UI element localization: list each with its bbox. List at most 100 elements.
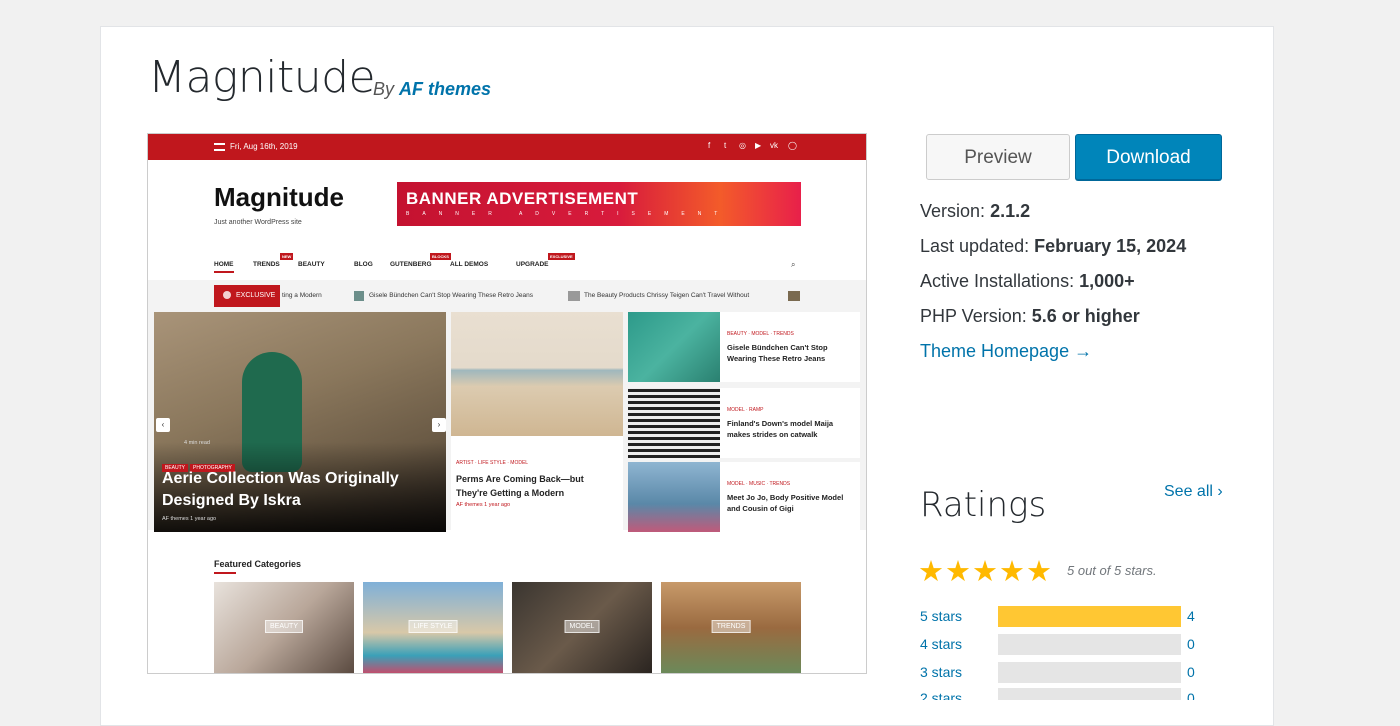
theme-screenshot: Fri, Aug 16th, 2019 f t ◎ ▶ vk ◯ Magnitu…	[147, 133, 867, 674]
whatsapp-icon: ◯	[788, 141, 797, 150]
author-link[interactable]: AF themes	[399, 79, 491, 99]
hero-title: Aerie Collection Was Originally Designed…	[162, 470, 399, 509]
rating-row-count: 0	[1187, 690, 1195, 700]
nav-active-underline	[214, 271, 234, 273]
side-post-image	[628, 388, 720, 458]
theme-byline: By AF themes	[373, 79, 491, 100]
ticker-item: Gisele Bündchen Can't Stop Wearing These…	[369, 292, 533, 299]
featured-category-label: MODEL	[564, 620, 600, 633]
ratings-heading: Ratings	[920, 485, 1047, 525]
preview-date: Fri, Aug 16th, 2019	[230, 142, 298, 151]
nav-beauty: BEAUTY	[298, 261, 325, 268]
banner-ad: BANNER ADVERTISEMENT BANNER ADVERTISEMEN…	[397, 182, 801, 226]
by-label: By	[373, 79, 395, 99]
chevron-right-icon: ›	[432, 418, 446, 432]
nav-blog: BLOG	[354, 261, 373, 268]
side-post-image	[628, 462, 720, 532]
version-label: Version:	[920, 201, 986, 221]
featured-category-label: LIFE STYLE	[408, 620, 458, 633]
nav-trends: TRENDS	[253, 261, 280, 268]
rating-row[interactable]: 4 stars 0	[920, 634, 1210, 656]
menu-icon	[214, 143, 225, 151]
ticker-item: The Beauty Products Chrissy Teigen Can't…	[584, 292, 750, 299]
chevron-left-icon: ‹	[156, 418, 170, 432]
see-all-label: See all	[1164, 483, 1213, 500]
featured-category: TRENDS	[661, 582, 801, 673]
side-post-categories: MODEL · RAMP	[727, 407, 764, 413]
php-version-row: PHP Version: 5.6 or higher	[920, 306, 1140, 327]
star-icon: ★	[918, 556, 944, 588]
nav-upgrade: UPGRADE	[516, 261, 549, 268]
nav-tag-exclusive: EXCLUSIVE	[548, 253, 575, 260]
installations-value: 1,000+	[1079, 271, 1135, 291]
side-post-categories: MODEL · MUSIC · TRENDS	[727, 481, 791, 487]
featured-category-label: BEAUTY	[264, 620, 304, 633]
side-post-image	[628, 312, 720, 382]
rating-row-label[interactable]: 3 stars	[920, 664, 962, 680]
download-button[interactable]: Download	[1075, 134, 1222, 180]
banner-title: BANNER ADVERTISEMENT	[406, 189, 639, 208]
youtube-icon: ▶	[755, 141, 762, 150]
side-post: BEAUTY · MODEL · TRENDS Gisele Bündchen …	[628, 312, 860, 382]
rating-bar	[998, 634, 1181, 655]
side-post-title: Finland's Down's model Maija makes strid…	[727, 419, 834, 439]
facebook-icon: f	[708, 141, 711, 150]
star-icon: ★	[1026, 556, 1052, 588]
mid-post-title: Perms Are Coming Back—but They're Gettin…	[456, 474, 584, 498]
rating-bar	[998, 688, 1181, 700]
mid-post: ARTIST · LIFE STYLE · MODEL Perms Are Co…	[451, 312, 623, 530]
rating-row-label[interactable]: 4 stars	[920, 636, 962, 652]
rating-bar	[998, 606, 1181, 627]
preview-logo: Magnitude	[214, 182, 344, 212]
php-version-label: PHP Version:	[920, 306, 1027, 326]
star-icon: ★	[999, 556, 1025, 588]
chevron-right-icon: ›	[1217, 483, 1223, 500]
rating-row[interactable]: 5 stars 4	[920, 606, 1210, 628]
theme-homepage-link[interactable]: Theme Homepage →	[920, 341, 1092, 362]
stars-summary: 5 out of 5 stars.	[1067, 563, 1157, 578]
featured-category-label: TRENDS	[711, 620, 751, 633]
star-icon: ★	[945, 556, 971, 588]
hero-meta: AF themes 1 year ago	[162, 516, 217, 522]
rating-row-count: 0	[1187, 664, 1195, 680]
ticker-item: ting a Modern	[282, 292, 322, 299]
installations-row: Active Installations: 1,000+	[920, 271, 1135, 292]
rating-row-label[interactable]: 5 stars	[920, 608, 962, 624]
featured-categories-title: Featured Categories	[214, 559, 302, 569]
side-post-categories: BEAUTY · MODEL · TRENDS	[727, 331, 794, 337]
see-all-ratings-link[interactable]: See all ›	[1164, 483, 1223, 501]
nav-gutenberg: GUTENBERG	[390, 261, 432, 268]
featured-category: BEAUTY	[214, 582, 354, 673]
mid-post-categories: ARTIST · LIFE STYLE · MODEL	[456, 460, 529, 466]
rating-row-label[interactable]: 2 stars	[920, 690, 962, 700]
preview-button[interactable]: Preview	[926, 134, 1070, 180]
featured-category: LIFE STYLE	[363, 582, 503, 673]
last-updated-value: February 15, 2024	[1034, 236, 1187, 256]
instagram-icon: ◎	[739, 141, 746, 150]
side-post: MODEL · RAMP Finland's Down's model Maij…	[628, 388, 860, 458]
mid-post-meta: AF themes 1 year ago	[456, 502, 511, 508]
featured-category: MODEL	[512, 582, 652, 673]
nav-tag-blocks: BLOCKS	[430, 253, 451, 260]
rating-row-count: 0	[1187, 636, 1195, 652]
rating-row[interactable]: 3 stars 0	[920, 662, 1210, 684]
ticker-thumb	[354, 291, 364, 301]
nav-all-demos: ALL DEMOS	[450, 261, 489, 268]
ticker-thumb	[568, 291, 580, 301]
php-version-value: 5.6 or higher	[1031, 306, 1140, 326]
rating-row[interactable]: 2 stars 0	[920, 688, 1210, 700]
hero-post: ‹ › 4 min read BEAUTY PHOTOGRAPHY Aerie C…	[154, 312, 446, 532]
last-updated-row: Last updated: February 15, 2024	[920, 236, 1186, 257]
side-post: MODEL · MUSIC · TRENDS Meet Jo Jo, Body …	[628, 462, 860, 532]
exclusive-badge: EXCLUSIVE	[214, 285, 280, 307]
preview-tagline: Just another WordPress site	[214, 219, 302, 226]
ticker-thumb	[788, 291, 800, 301]
search-icon: ⌕	[791, 260, 796, 269]
rating-bar	[998, 662, 1181, 683]
last-updated-label: Last updated:	[920, 236, 1030, 256]
nav-tag-new: NEW	[280, 253, 294, 260]
installations-label: Active Installations:	[920, 271, 1075, 291]
star-rating: ★★★★★	[918, 554, 1053, 589]
banner-subtitle: BANNER ADVERTISEMENT	[406, 211, 731, 217]
version-value: 2.1.2	[990, 201, 1031, 221]
